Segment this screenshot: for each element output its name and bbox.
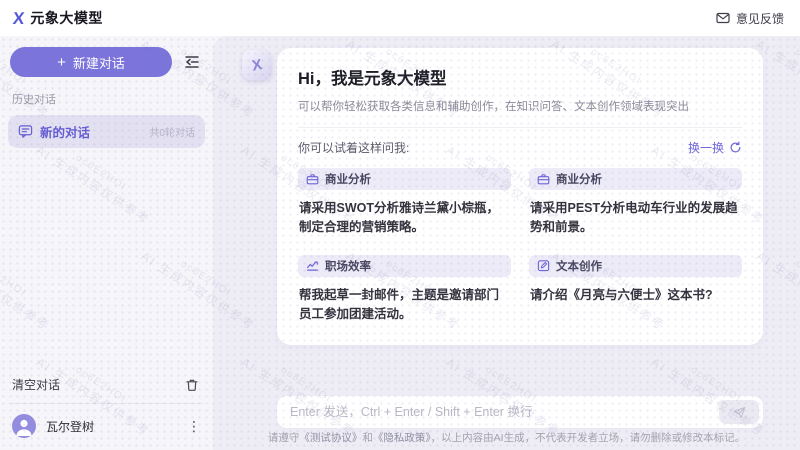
edit-icon	[537, 259, 550, 272]
conversation-title: 新的对话	[40, 122, 142, 141]
conversation-meta: 共0轮对话	[149, 124, 195, 139]
disclaimer-text: ，以上内容由AI生成，不代表开发者立场，请勿删除或修改本标记。	[431, 432, 745, 444]
history-section-label: 历史对话	[0, 77, 213, 115]
disclaimer-text: 和	[362, 432, 373, 444]
hint-label: 你可以试着这样问我:	[298, 139, 409, 156]
trash-icon	[185, 378, 199, 392]
suggestion-text: 请介绍《月亮与六便士》这本书?	[529, 286, 742, 305]
new-chat-label: 新建对话	[73, 53, 125, 72]
chart-line-icon	[306, 259, 319, 272]
suggestion-text: 帮我起草一封邮件，主题是邀请部门员工参加团建活动。	[298, 286, 511, 325]
feedback-label: 意见反馈	[736, 10, 784, 27]
main-area: X Hi，我是元象大模型 可以帮你轻松获取各类信息和辅助创作，在知识问答、文本创…	[213, 36, 800, 450]
suggestion-card-pest[interactable]: 商业分析 请采用PEST分析电动车行业的发展趋势和前景。	[529, 168, 742, 238]
refresh-icon	[729, 141, 742, 154]
user-menu-button[interactable]: ⋮	[187, 419, 201, 433]
person-icon	[12, 414, 36, 438]
logo-x-icon: X	[12, 10, 25, 27]
collapse-sidebar-icon	[183, 55, 201, 69]
plus-icon: +	[57, 55, 66, 70]
suggestion-text: 请采用PEST分析电动车行业的发展趋势和前景。	[529, 199, 742, 238]
welcome-subtitle: 可以帮你轻松获取各类信息和辅助创作，在知识问答、文本创作领域表现突出	[298, 98, 742, 114]
send-paper-plane-icon	[732, 405, 747, 420]
privacy-policy-link[interactable]: 《隐私政策》	[373, 432, 431, 444]
message-composer	[277, 396, 763, 428]
clear-conversations-button[interactable]: 清空对话	[0, 368, 213, 403]
suggestion-card-swot[interactable]: 商业分析 请采用SWOT分析雅诗兰黛小棕瓶，制定合理的营销策略。	[298, 168, 511, 238]
footer-disclaimer: 请遵守《测试协议》和《隐私政策》，以上内容由AI生成，不代表开发者立场，请勿删除…	[213, 430, 800, 445]
chat-bubble-icon	[18, 124, 33, 139]
app-title: 元象大模型	[30, 8, 103, 28]
welcome-card: Hi，我是元象大模型 可以帮你轻松获取各类信息和辅助创作，在知识问答、文本创作领…	[277, 48, 763, 345]
disclaimer-text: 请遵守	[268, 432, 300, 444]
welcome-title: Hi，我是元象大模型	[298, 65, 742, 89]
user-row: 瓦尔登树 ⋮	[0, 404, 213, 450]
refresh-suggestions-button[interactable]: 换一换	[688, 139, 742, 156]
suggestion-category: 职场效率	[325, 258, 371, 274]
user-avatar	[12, 414, 36, 438]
envelope-icon	[716, 12, 730, 24]
test-agreement-link[interactable]: 《测试协议》	[299, 432, 362, 444]
send-button[interactable]	[719, 400, 759, 424]
suggestion-category: 商业分析	[325, 171, 371, 187]
briefcase-icon	[306, 173, 319, 186]
suggestion-category: 文本创作	[556, 258, 602, 274]
refresh-label: 换一换	[688, 139, 724, 156]
collapse-sidebar-button[interactable]	[181, 51, 203, 73]
card-divider	[298, 127, 742, 128]
app-body: + 新建对话 历史对话 新的对话 共0轮对话 清空对话	[0, 36, 800, 450]
app-header: X 元象大模型 意见反馈	[0, 0, 800, 36]
suggestion-grid: 商业分析 请采用SWOT分析雅诗兰黛小棕瓶，制定合理的营销策略。 商业分析 请采…	[298, 168, 742, 325]
assistant-avatar-x-icon: X	[251, 56, 264, 74]
suggestion-text: 请采用SWOT分析雅诗兰黛小棕瓶，制定合理的营销策略。	[298, 199, 511, 238]
message-input[interactable]	[290, 405, 719, 419]
feedback-button[interactable]: 意见反馈	[716, 10, 784, 27]
new-chat-button[interactable]: + 新建对话	[10, 47, 172, 77]
user-name: 瓦尔登树	[46, 418, 177, 435]
briefcase-icon	[537, 173, 550, 186]
clear-label: 清空对话	[12, 376, 60, 393]
suggestion-card-email[interactable]: 职场效率 帮我起草一封邮件，主题是邀请部门员工参加团建活动。	[298, 255, 511, 325]
assistant-avatar: X	[242, 50, 272, 80]
app-logo: X 元象大模型	[13, 8, 103, 28]
suggestion-category: 商业分析	[556, 171, 602, 187]
suggestion-card-book[interactable]: 文本创作 请介绍《月亮与六便士》这本书?	[529, 255, 742, 325]
conversation-item[interactable]: 新的对话 共0轮对话	[8, 115, 205, 148]
sidebar: + 新建对话 历史对话 新的对话 共0轮对话 清空对话	[0, 36, 213, 450]
